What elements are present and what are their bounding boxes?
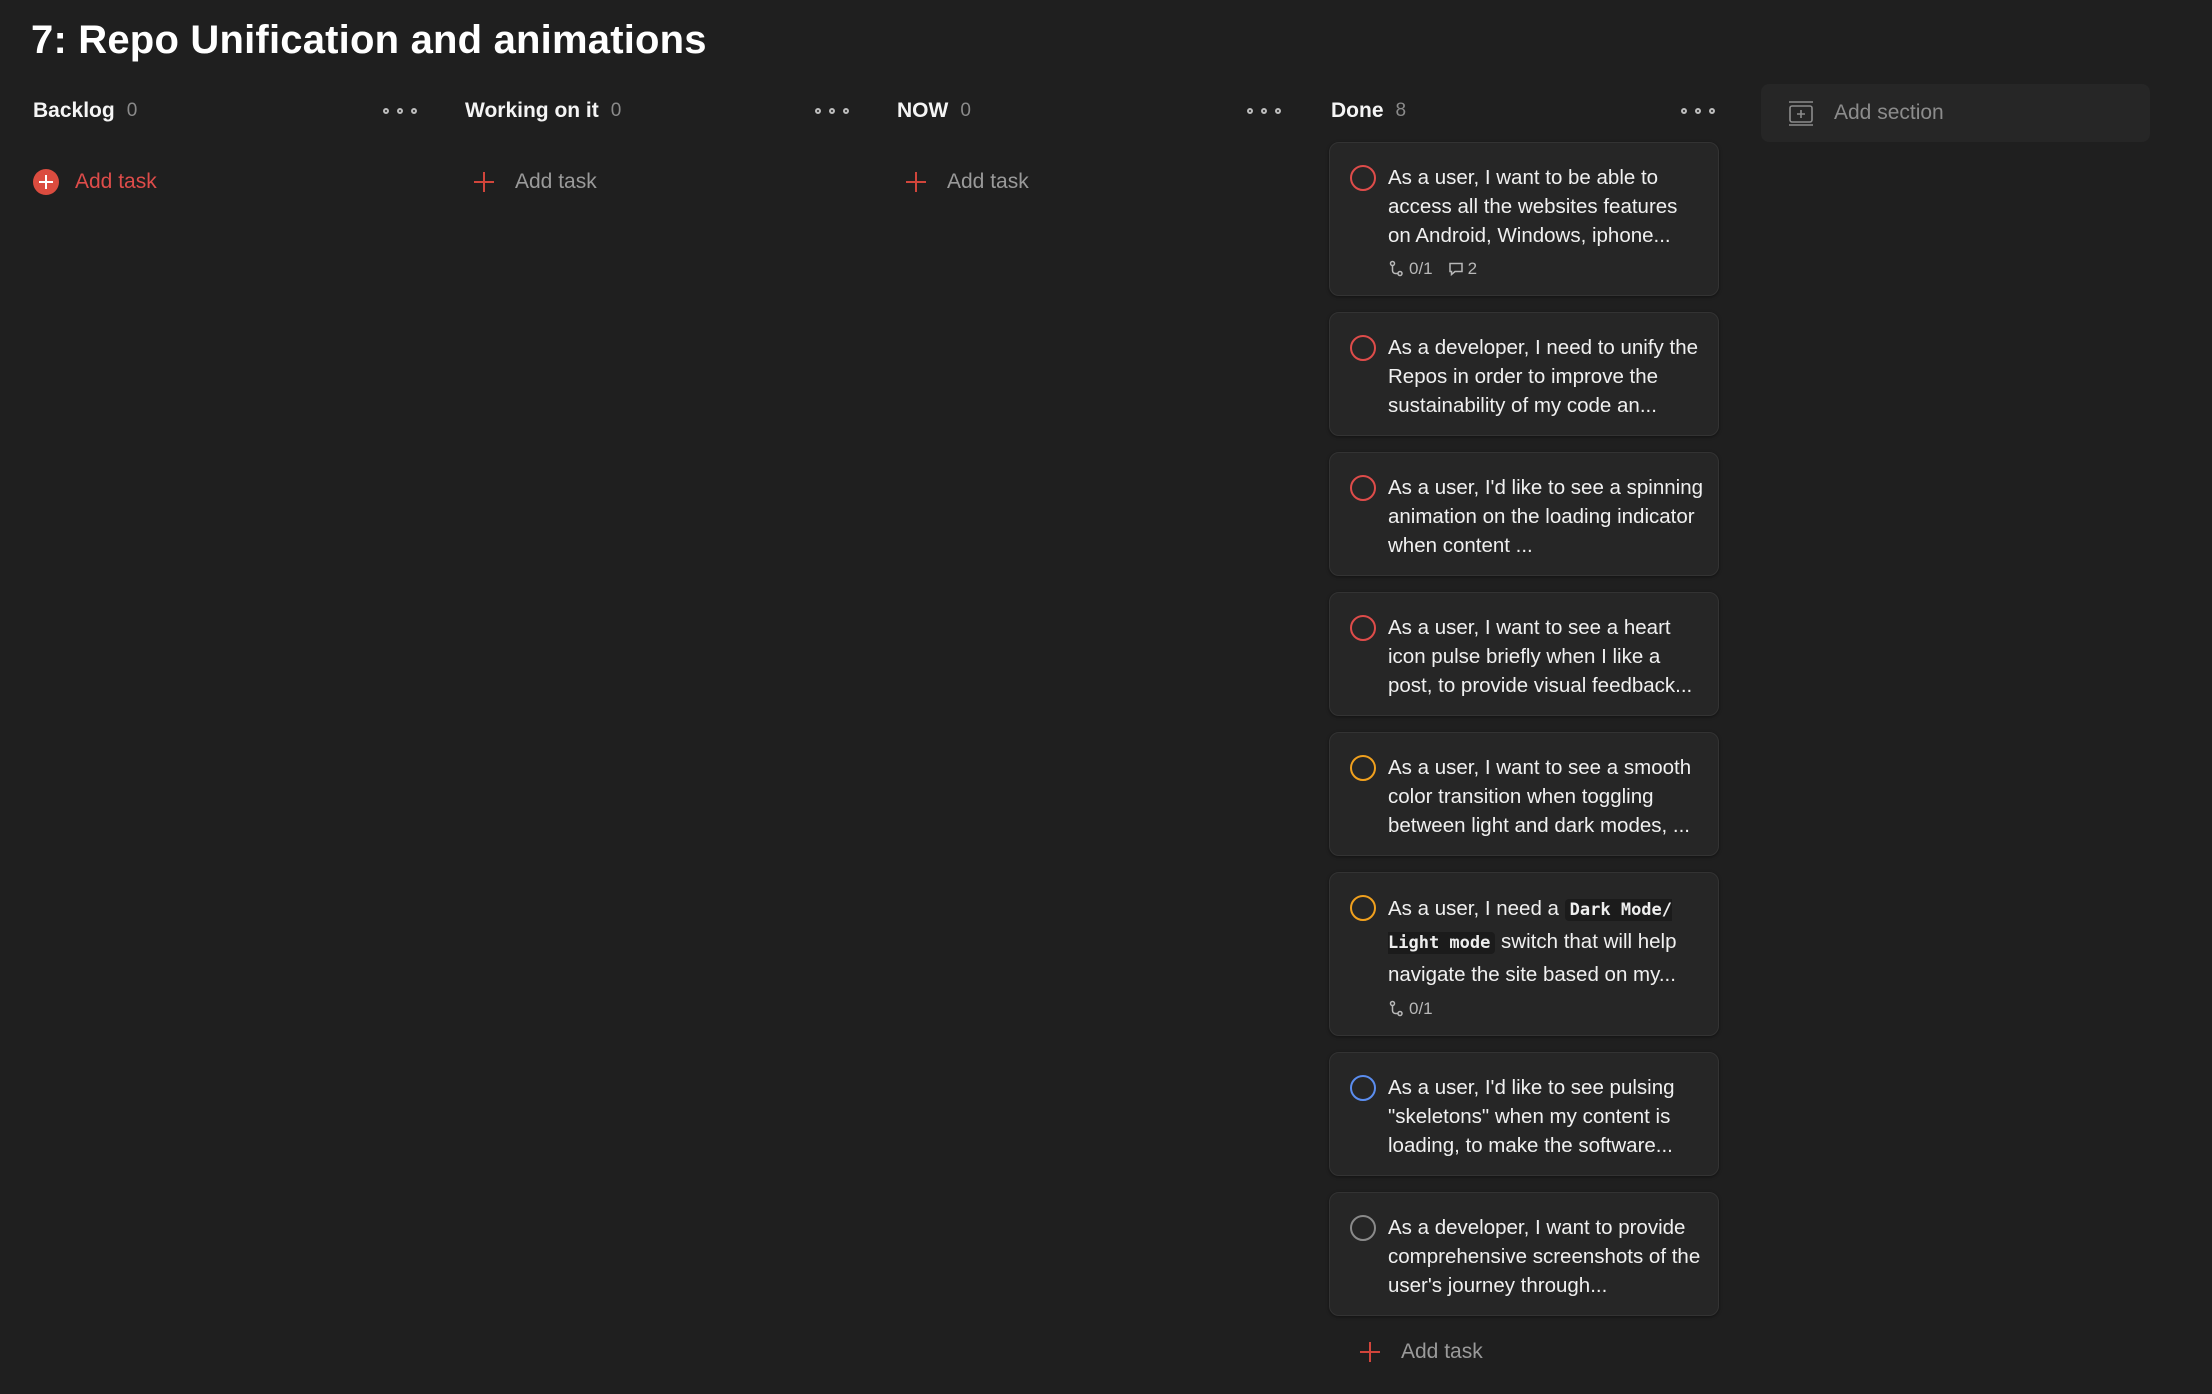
plus-circle-icon [33, 169, 59, 195]
task-card[interactable]: As a user, I want to see a smooth color … [1329, 732, 1719, 856]
section-task-count: 0 [960, 100, 971, 121]
board-view: 7: Repo Unification and animations Backl… [0, 0, 2212, 1394]
section-name: NOW [897, 99, 949, 122]
section-header: Working on it 0 [463, 90, 853, 132]
task-meta: 0/1 2 [1388, 258, 1704, 280]
add-section-label: Add section [1834, 101, 1944, 124]
add-task-button[interactable]: Add task [895, 162, 1285, 202]
task-content: As a user, I'd like to see a spinning an… [1388, 476, 1704, 557]
plus-icon [473, 171, 495, 193]
comment-icon [1448, 262, 1463, 277]
plus-icon [905, 171, 927, 193]
comment-count-text: 2 [1467, 259, 1478, 278]
task-card[interactable]: As a developer, I need to unify the Repo… [1329, 312, 1719, 436]
task-checkbox[interactable] [1350, 755, 1376, 781]
task-content: As a developer, I want to provide compre… [1388, 1216, 1701, 1297]
section-header: Backlog 0 [31, 90, 421, 132]
add-task-label: Add task [1401, 1340, 1483, 1363]
add-task-button[interactable]: Add task [1349, 1332, 1719, 1372]
task-card[interactable]: As a user, I'd like to see a spinning an… [1329, 452, 1719, 576]
subtask-count-text: 0/1 [1409, 999, 1433, 1018]
section-name: Backlog [33, 99, 115, 122]
section-working-on-it: Working on it 0 Add task [463, 90, 853, 202]
more-horizontal-icon[interactable] [1247, 100, 1281, 122]
add-task-button[interactable]: Add task [463, 162, 853, 202]
project-title: 7: Repo Unification and animations [31, 18, 707, 62]
task-checkbox[interactable] [1350, 165, 1376, 191]
add-section-icon [1788, 100, 1814, 126]
task-checkbox[interactable] [1350, 335, 1376, 361]
task-card[interactable]: As a user, I want to see a heart icon pu… [1329, 592, 1719, 716]
more-horizontal-icon[interactable] [383, 100, 417, 122]
task-checkbox[interactable] [1350, 1075, 1376, 1101]
section-name: Working on it [465, 99, 599, 122]
subtask-count-text: 0/1 [1409, 259, 1433, 278]
section-done: Done 8 As a user, I want to be able to a… [1329, 90, 1719, 1372]
section-header: Done 8 [1329, 90, 1719, 132]
task-card[interactable]: As a user, I'd like to see pulsing "skel… [1329, 1052, 1719, 1176]
task-content: As a user, I want to see a smooth color … [1388, 756, 1692, 837]
section-task-count: 0 [126, 100, 138, 121]
section-task-count: 8 [1395, 100, 1407, 121]
task-list: As a user, I want to be able to access a… [1329, 142, 1719, 1316]
task-content: As a user, I'd like to see pulsing "skel… [1388, 1076, 1675, 1157]
more-horizontal-icon[interactable] [815, 100, 849, 122]
task-card[interactable]: As a user, I need a Dark Mode/ Light mod… [1329, 872, 1719, 1036]
comment-count: 2 [1447, 259, 1477, 279]
task-checkbox[interactable] [1350, 1215, 1376, 1241]
task-content: As a user, I want to see a heart icon pu… [1388, 616, 1693, 697]
task-meta: 0/1 [1388, 998, 1704, 1020]
subtask-icon [1389, 1000, 1403, 1017]
add-task-button[interactable]: Add task [31, 162, 421, 202]
task-card[interactable]: As a user, I want to be able to access a… [1329, 142, 1719, 296]
section-header: NOW 0 [895, 90, 1285, 132]
task-checkbox[interactable] [1350, 895, 1376, 921]
more-horizontal-icon[interactable] [1681, 100, 1715, 122]
task-content: As a developer, I need to unify the Repo… [1388, 336, 1698, 417]
add-section-button[interactable]: Add section [1761, 84, 2150, 142]
subtask-count: 0/1 [1388, 259, 1433, 279]
section-task-count: 0 [610, 100, 622, 121]
task-content: As a user, I want to be able to access a… [1388, 166, 1678, 247]
task-content: As a user, I need a Dark Mode/ Light mod… [1388, 893, 1704, 990]
task-card[interactable]: As a developer, I want to provide compre… [1329, 1192, 1719, 1316]
add-task-label: Add task [947, 170, 1029, 193]
section-backlog: Backlog 0 Add task [31, 90, 421, 202]
subtask-icon [1389, 260, 1403, 277]
add-task-label: Add task [75, 170, 157, 193]
task-checkbox[interactable] [1350, 475, 1376, 501]
task-text-before: As a user, I need a [1388, 897, 1565, 920]
subtask-count: 0/1 [1388, 999, 1433, 1019]
add-task-label: Add task [515, 170, 597, 193]
section-name: Done [1331, 99, 1384, 122]
plus-icon [1359, 1341, 1381, 1363]
task-checkbox[interactable] [1350, 615, 1376, 641]
section-now: NOW 0 Add task [895, 90, 1285, 202]
